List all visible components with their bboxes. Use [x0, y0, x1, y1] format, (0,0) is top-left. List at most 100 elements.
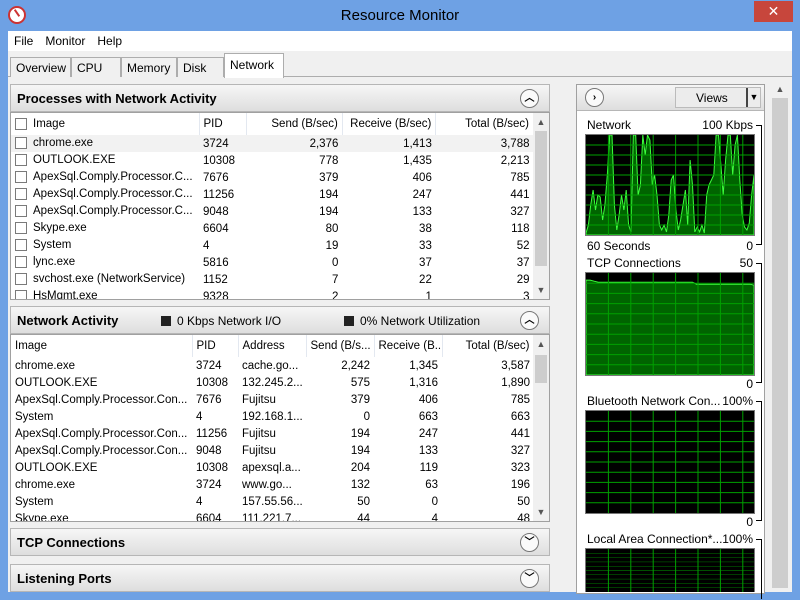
table-row[interactable]: HsMgmt.exe 9328 2 1 3: [11, 288, 534, 299]
processes-scrollbar[interactable]: ▲ ▼: [533, 113, 549, 299]
menu-monitor[interactable]: Monitor: [39, 31, 91, 48]
cell[interactable]: chrome.exe: [11, 135, 199, 152]
cell: 663: [442, 408, 534, 425]
table-row[interactable]: System 4 157.55.56... 50 0 50: [11, 493, 534, 510]
listening-header[interactable]: Listening Ports ﹀: [10, 564, 550, 592]
tcp-header[interactable]: TCP Connections ﹀: [10, 528, 550, 556]
cell[interactable]: lync.exe: [11, 254, 199, 271]
left-pane: Processes with Network Activity ︿ Image …: [9, 81, 565, 592]
cell[interactable]: Skype.exe: [11, 220, 199, 237]
tab-overview[interactable]: Overview: [10, 57, 71, 77]
row-checkbox[interactable]: [15, 256, 27, 269]
activity-title: Network Activity: [17, 313, 119, 328]
cell: 3,587: [442, 357, 534, 374]
select-all-checkbox[interactable]: [15, 117, 27, 130]
cell-text: 2,213: [500, 154, 530, 167]
cell: 1,435: [342, 152, 435, 169]
cell[interactable]: ApexSql.Comply.Processor.C...: [11, 186, 199, 203]
views-dropdown[interactable]: Views ▼: [675, 87, 761, 108]
row-checkbox[interactable]: [15, 188, 27, 201]
col-total[interactable]: Total (B/sec): [435, 113, 534, 135]
activity-header[interactable]: Network Activity 0 Kbps Network I/O 0% N…: [10, 306, 550, 334]
scroll-thumb[interactable]: [535, 131, 547, 266]
table-row[interactable]: ApexSql.Comply.Processor.Con... 11256 Fuji…: [11, 425, 534, 442]
cell-text: 3724: [196, 359, 222, 372]
col-send[interactable]: Send (B/sec): [246, 113, 343, 135]
collapse-chevron-up-icon[interactable]: ︿: [520, 89, 539, 108]
row-checkbox[interactable]: [15, 154, 27, 167]
table-row[interactable]: OUTLOOK.EXE 10308 132.245.2... 575 1,316 1,89…: [11, 374, 534, 391]
cell[interactable]: ApexSql.Comply.Processor.C...: [11, 169, 199, 186]
table-row[interactable]: System 4 19 33 52: [11, 237, 534, 254]
table-row[interactable]: Skype.exe 6604 111.221.7... 44 4 48: [11, 510, 534, 522]
table-row[interactable]: ApexSql.Comply.Processor.C... 9048 194 133 3…: [11, 203, 534, 220]
scroll-up-icon[interactable]: ▲: [770, 84, 790, 94]
col-total[interactable]: Total (B/sec): [442, 335, 535, 357]
row-checkbox[interactable]: [15, 205, 27, 218]
table-row[interactable]: OUTLOOK.EXE 10308 apexsql.a... 204 119 323: [11, 459, 534, 476]
table-row[interactable]: ApexSql.Comply.Processor.Con... 7676 Fujit…: [11, 391, 534, 408]
cell[interactable]: OUTLOOK.EXE: [11, 152, 199, 169]
scroll-thumb[interactable]: [535, 355, 547, 383]
col-receive[interactable]: Receive (B/sec): [342, 113, 437, 135]
col-address[interactable]: Address: [238, 335, 307, 357]
row-checkbox[interactable]: [15, 273, 27, 286]
table-row[interactable]: System 4 192.168.1... 0 663 663: [11, 408, 534, 425]
table-row[interactable]: Skype.exe 6604 80 38 118: [11, 220, 534, 237]
table-row[interactable]: lync.exe 5816 0 37 37: [11, 254, 534, 271]
row-checkbox[interactable]: [15, 222, 27, 235]
dropdown-arrow-icon[interactable]: ▼: [746, 88, 760, 107]
cell[interactable]: System: [11, 237, 199, 254]
tab-network[interactable]: Network: [224, 53, 284, 78]
scroll-up-icon[interactable]: ▲: [533, 117, 549, 127]
cell: 132: [306, 476, 374, 493]
processes-header[interactable]: Processes with Network Activity ︿: [10, 84, 550, 112]
cell: 4: [374, 510, 442, 522]
scroll-down-icon[interactable]: ▼: [533, 507, 549, 517]
row-checkbox[interactable]: [15, 171, 27, 184]
graph-pane-scrollbar[interactable]: ▲: [770, 81, 790, 592]
table-row[interactable]: OUTLOOK.EXE 10308 778 1,435 2,213: [11, 152, 534, 169]
tcp-graph-label: TCP Connections: [587, 256, 681, 270]
col-send[interactable]: Send (B/s...: [306, 335, 375, 357]
col-receive[interactable]: Receive (B...: [374, 335, 443, 357]
col-pid[interactable]: PID: [192, 335, 239, 357]
cell: 50: [306, 493, 374, 510]
scroll-up-icon[interactable]: ▲: [533, 339, 549, 349]
expand-chevron-down-icon[interactable]: ﹀: [520, 569, 539, 588]
cell: 204: [306, 459, 374, 476]
cell[interactable]: svchost.exe (NetworkService): [11, 271, 199, 288]
cell[interactable]: HsMgmt.exe: [11, 288, 199, 299]
table-row[interactable]: chrome.exe 3724 cache.go... 2,242 1,345 3,587: [11, 357, 534, 374]
col-image[interactable]: Image: [11, 335, 193, 357]
tab-cpu[interactable]: CPU: [71, 57, 121, 77]
col-pid[interactable]: PID: [199, 113, 248, 135]
table-row[interactable]: chrome.exe 3724 www.go... 132 63 196: [11, 476, 534, 493]
table-row[interactable]: ApexSql.Comply.Processor.Con... 9048 Fujit…: [11, 442, 534, 459]
cell-text: 11256: [203, 188, 235, 201]
cell: 29: [436, 271, 534, 288]
cell[interactable]: ApexSql.Comply.Processor.C...: [11, 203, 199, 220]
tab-memory[interactable]: Memory: [121, 57, 177, 77]
table-row[interactable]: ApexSql.Comply.Processor.C... 11256 194 247…: [11, 186, 534, 203]
expand-chevron-down-icon[interactable]: ﹀: [520, 533, 539, 552]
cell-text: 323: [510, 461, 530, 474]
row-checkbox[interactable]: [15, 290, 27, 299]
scroll-down-icon[interactable]: ▼: [533, 285, 549, 295]
legend-swatch: [344, 316, 354, 326]
scroll-thumb[interactable]: [772, 98, 788, 588]
table-row[interactable]: ApexSql.Comply.Processor.C... 7676 379 406 7…: [11, 169, 534, 186]
row-checkbox[interactable]: [15, 239, 27, 252]
row-checkbox[interactable]: [15, 137, 27, 150]
collapse-pane-chevron-right-icon[interactable]: ›: [585, 88, 604, 107]
menu-help[interactable]: Help: [91, 31, 128, 48]
cell: 6604: [199, 220, 247, 237]
collapse-chevron-up-icon[interactable]: ︿: [520, 311, 539, 330]
tab-disk[interactable]: Disk: [177, 57, 224, 77]
activity-scrollbar[interactable]: ▲ ▼: [533, 335, 549, 521]
close-button[interactable]: ✕: [754, 1, 793, 22]
table-row[interactable]: chrome.exe 3724 2,376 1,413 3,788: [11, 135, 534, 152]
table-row[interactable]: svchost.exe (NetworkService) 1152 7 22 29: [11, 271, 534, 288]
menu-file[interactable]: File: [8, 31, 39, 48]
col-image[interactable]: Image: [11, 113, 200, 135]
